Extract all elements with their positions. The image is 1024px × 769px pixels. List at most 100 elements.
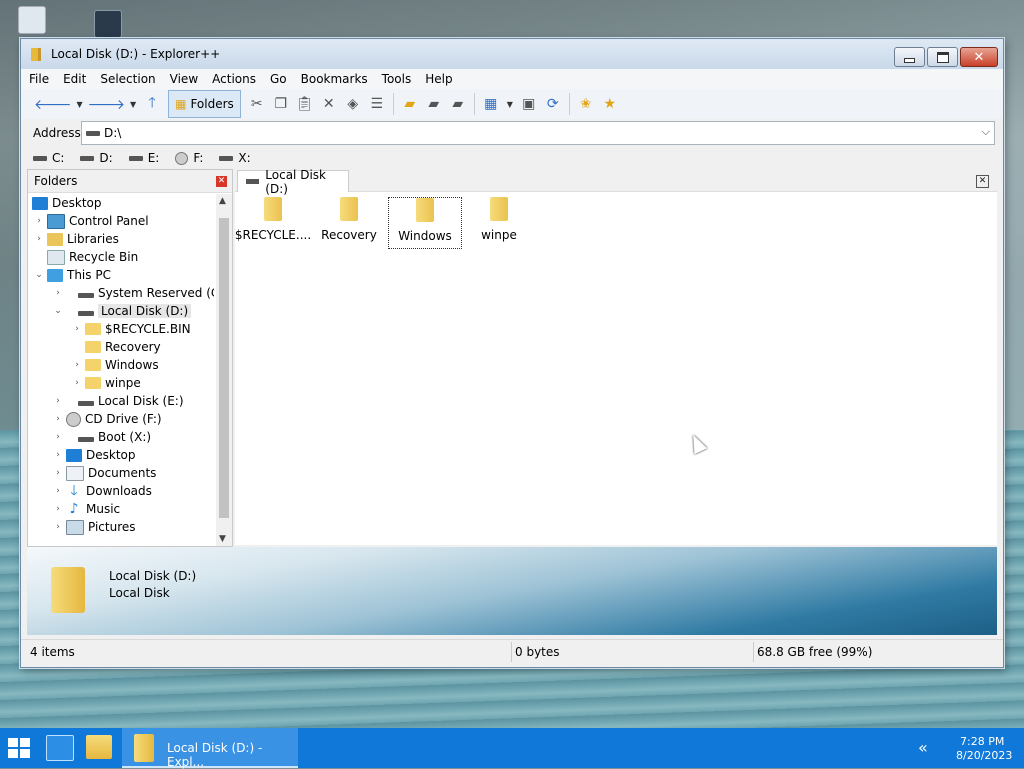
drive-d-button[interactable]: D: <box>80 151 113 165</box>
tree-item[interactable]: Recycle Bin <box>47 248 138 266</box>
folders-toggle-button[interactable]: ▦ Folders <box>168 90 241 118</box>
add-bookmark-icon[interactable]: ✬ <box>575 92 597 116</box>
menu-go[interactable]: Go <box>262 69 293 89</box>
chevron-right-icon[interactable]: › <box>53 288 63 298</box>
scroll-up-icon[interactable]: ▲ <box>219 196 226 206</box>
chevron-right-icon[interactable]: › <box>34 234 44 244</box>
taskbar-app-explorer[interactable]: Local Disk (D:) - Expl... <box>122 728 298 769</box>
views-icon[interactable]: ▦ <box>480 92 502 116</box>
file-item[interactable]: $RECYCLE.... <box>235 197 311 247</box>
explorer-window: Local Disk (D:) - Explorer++ ✕ File Edit… <box>20 38 1004 668</box>
up-arrow-icon[interactable]: 🡑 <box>141 92 163 116</box>
drive-f-button[interactable]: F: <box>175 151 203 165</box>
tree-item[interactable]: › Local Disk (E:) <box>53 392 183 410</box>
drive-x-button[interactable]: X: <box>219 151 251 165</box>
drive-c-button[interactable]: C: <box>33 151 64 165</box>
move-to-folder-icon[interactable]: ▰ <box>447 92 469 116</box>
tree-item[interactable]: › Boot (X:) <box>53 428 151 446</box>
menu-help[interactable]: Help <box>417 69 458 89</box>
chevron-right-icon[interactable]: › <box>34 216 44 226</box>
tree-item[interactable]: › $RECYCLE.BIN <box>72 320 190 338</box>
chevron-right-icon[interactable]: › <box>72 324 82 334</box>
tree-item[interactable]: › Windows <box>72 356 158 374</box>
tree-item[interactable]: › CD Drive (F:) <box>53 410 162 428</box>
menu-view[interactable]: View <box>162 69 204 89</box>
tree-item-label: Boot (X:) <box>98 430 152 444</box>
maximize-button[interactable] <box>927 47 958 67</box>
show-hidden-icons-icon[interactable]: « <box>918 738 928 757</box>
file-item-label: Recovery <box>321 228 377 242</box>
desktop-taskbar-icon[interactable] <box>46 735 74 761</box>
forward-dropdown-icon[interactable]: ▼ <box>127 92 139 116</box>
tree-item[interactable]: Desktop <box>32 194 102 212</box>
tree-item[interactable]: › Libraries <box>34 230 119 248</box>
delete-permanently-icon[interactable]: ◈ <box>342 92 364 116</box>
paste-icon[interactable]: 📋︎ <box>294 92 316 116</box>
close-pane-icon[interactable]: ✕ <box>216 176 227 187</box>
file-item[interactable]: Recovery <box>313 197 385 247</box>
chevron-down-icon[interactable]: ⌵ <box>982 125 990 139</box>
chevron-right-icon[interactable]: › <box>53 486 63 496</box>
menu-tools[interactable]: Tools <box>374 69 418 89</box>
refresh-icon[interactable]: ⟳ <box>542 92 564 116</box>
close-tab-icon[interactable]: ✕ <box>976 175 989 188</box>
chevron-right-icon[interactable]: › <box>53 504 63 514</box>
copy-icon[interactable]: ❐ <box>270 92 292 116</box>
command-prompt-icon[interactable]: ▣ <box>518 92 540 116</box>
cut-icon[interactable]: ✂ <box>246 92 268 116</box>
title-bar[interactable]: Local Disk (D:) - Explorer++ ✕ <box>21 39 1003 69</box>
clock-date[interactable]: 8/20/2023 <box>956 749 1012 762</box>
back-dropdown-icon[interactable]: ▼ <box>74 92 86 116</box>
tree-item[interactable]: Recovery <box>85 338 161 356</box>
chevron-down-icon[interactable]: ⌄ <box>53 306 63 316</box>
drive-e-button[interactable]: E: <box>128 151 159 165</box>
tree-item[interactable]: › ♪ Music <box>53 500 120 518</box>
menu-edit[interactable]: Edit <box>55 69 92 89</box>
libraries-icon <box>47 232 63 246</box>
views-dropdown-icon[interactable]: ▼ <box>504 92 516 116</box>
close-button[interactable]: ✕ <box>960 47 998 67</box>
forward-arrow-icon[interactable]: 🡒 <box>88 92 126 116</box>
chevron-right-icon[interactable]: › <box>72 378 82 388</box>
menu-selection[interactable]: Selection <box>92 69 161 89</box>
chevron-right-icon[interactable]: › <box>72 360 82 370</box>
tab-local-disk-d[interactable]: Local Disk (D:) <box>237 168 349 196</box>
tree-item-selected[interactable]: ⌄ Local Disk (D:) <box>53 302 192 320</box>
minimize-button[interactable] <box>894 47 925 67</box>
tree-item[interactable]: › Documents <box>53 464 156 482</box>
tree-item[interactable]: › Pictures <box>53 518 136 536</box>
chevron-down-icon[interactable]: ⌄ <box>34 270 44 280</box>
tree-item[interactable]: ⌄ This PC <box>34 266 111 284</box>
chevron-right-icon[interactable]: › <box>53 450 63 460</box>
recycle-bin-desktop-icon[interactable] <box>18 6 46 34</box>
copy-to-folder-icon[interactable]: ▰ <box>423 92 445 116</box>
chevron-right-icon[interactable]: › <box>53 468 63 478</box>
menu-file[interactable]: File <box>21 69 55 89</box>
bookmarks-icon[interactable]: ★ <box>599 92 621 116</box>
start-button[interactable] <box>8 738 30 758</box>
back-arrow-icon[interactable]: 🡐 <box>34 92 72 116</box>
tree-item[interactable]: › winpe <box>72 374 141 392</box>
chevron-right-icon[interactable]: › <box>53 414 63 424</box>
tree-item[interactable]: › Control Panel <box>34 212 149 230</box>
file-item[interactable]: winpe <box>463 197 535 247</box>
tree-item[interactable]: › System Reserved (C:) <box>53 284 214 302</box>
monitor-desktop-icon[interactable] <box>94 10 122 38</box>
tree-scrollbar[interactable]: ▲ ▼ <box>216 194 232 546</box>
new-folder-icon[interactable]: ▰ <box>399 92 421 116</box>
chevron-right-icon[interactable]: › <box>53 522 63 532</box>
menu-bookmarks[interactable]: Bookmarks <box>293 69 374 89</box>
scrollbar-thumb[interactable] <box>219 218 229 518</box>
properties-icon[interactable]: ☰ <box>366 92 388 116</box>
address-input[interactable]: D:\ ⌵ <box>81 121 995 145</box>
chevron-right-icon[interactable]: › <box>53 396 63 406</box>
chevron-right-icon[interactable]: › <box>53 432 63 442</box>
tree-item[interactable]: › Desktop <box>53 446 135 464</box>
menu-actions[interactable]: Actions <box>204 69 262 89</box>
file-item-selected[interactable]: Windows <box>388 197 462 249</box>
tree-item[interactable]: › 🡓 Downloads <box>53 482 152 500</box>
delete-icon[interactable]: ✕ <box>318 92 340 116</box>
file-explorer-taskbar-icon[interactable] <box>86 735 112 759</box>
clock-time[interactable]: 7:28 PM <box>960 735 1004 748</box>
scroll-down-icon[interactable]: ▼ <box>219 534 226 544</box>
